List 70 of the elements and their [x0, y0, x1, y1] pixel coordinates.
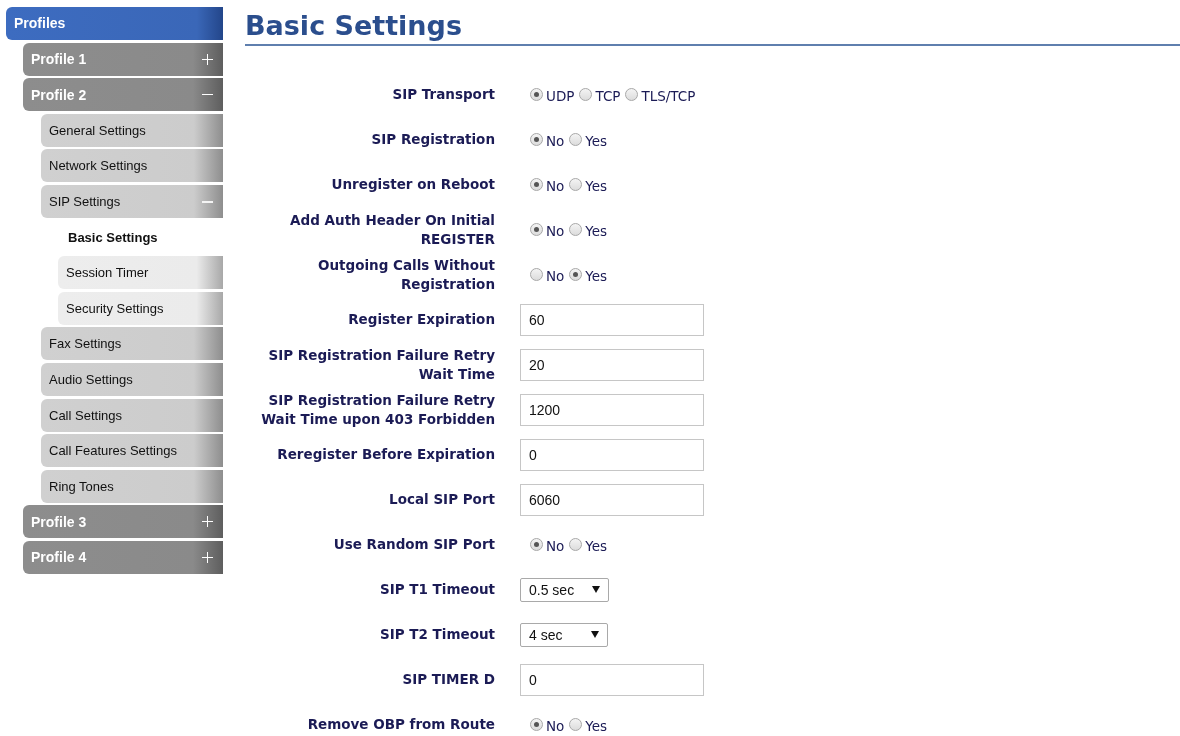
field-label: Local SIP Port [388, 490, 495, 509]
radio-button[interactable] [569, 268, 583, 281]
sidebar-item[interactable]: Network Settings [41, 149, 223, 183]
radio-button[interactable] [625, 88, 639, 101]
dropdown[interactable]: 4 sec [520, 622, 608, 647]
field-label: SIP Registration [370, 130, 495, 149]
sidebar-item[interactable]: Security Settings [58, 291, 223, 325]
input-field[interactable]: 6060 [520, 483, 704, 516]
field-label: Outgoing Calls Without Registration [317, 255, 495, 294]
input-field[interactable]: 0 [520, 438, 704, 471]
sidebar-header[interactable]: Profiles [6, 7, 223, 40]
radio-button[interactable] [530, 178, 543, 191]
sidebar-item[interactable]: Fax Settings [41, 327, 223, 361]
field-label: Use Random SIP Port [332, 535, 495, 554]
field-label: SIP TIMER D [401, 670, 495, 689]
field-label: Add Auth Header On Initial REGISTER [289, 210, 495, 249]
sidebar-item[interactable]: General Settings [41, 113, 223, 147]
input-field[interactable]: 1200 [520, 393, 704, 426]
field-label: Remove OBP from Route [306, 715, 495, 734]
field-label: SIP Transport [391, 85, 495, 104]
field-label: Reregister Before Expiration [276, 445, 495, 464]
radio-button[interactable] [579, 88, 593, 101]
radio-label: No [546, 268, 565, 284]
field-label: Register Expiration [347, 310, 495, 329]
expand-icon[interactable] [202, 551, 213, 563]
caret-icon [591, 631, 599, 638]
radio-button[interactable] [569, 538, 583, 551]
radio-button[interactable] [530, 88, 543, 101]
radio-button[interactable] [530, 718, 543, 731]
radio-label: No [546, 223, 565, 239]
radio-label: No [546, 718, 565, 734]
radio-label: TCP [595, 88, 621, 104]
radio-label: No [546, 178, 565, 194]
radio-button[interactable] [530, 268, 543, 281]
sidebar-item[interactable]: Session Timer [58, 256, 223, 290]
field-label: SIP T2 Timeout [378, 625, 495, 644]
radio-button[interactable] [530, 133, 543, 146]
radio-label: No [546, 133, 565, 149]
radio-label: Yes [585, 268, 608, 284]
field-label: SIP Registration Failure Retry Wait Time upon 403 Forbidden [260, 390, 495, 429]
sidebar-item[interactable]: SIP Settings [41, 184, 223, 218]
radio-label: TLS/TCP [641, 88, 696, 104]
radio-button[interactable] [569, 223, 583, 236]
radio-button[interactable] [530, 538, 543, 551]
field-label: Unregister on Reboot [330, 175, 495, 194]
radio-label: Yes [585, 223, 608, 239]
radio-label: UDP [546, 88, 575, 104]
input-field[interactable]: 0 [520, 663, 704, 696]
input-field[interactable]: 20 [520, 348, 704, 381]
sidebar-item[interactable]: Audio Settings [41, 362, 223, 396]
radio-label: Yes [585, 133, 608, 149]
field-label: SIP T1 Timeout [378, 580, 495, 599]
dropdown[interactable]: 0.5 sec [520, 577, 610, 602]
caret-icon [592, 586, 601, 593]
sidebar-item[interactable]: Call Features Settings [41, 434, 223, 468]
field-label: SIP Registration Failure Retry Wait Time [267, 345, 495, 384]
radio-label: Yes [585, 538, 608, 554]
expand-icon[interactable] [202, 516, 213, 528]
radio-button[interactable] [530, 223, 543, 236]
input-field[interactable]: 60 [520, 303, 704, 336]
page-title: Basic Settings [245, 10, 1180, 46]
radio-label: Yes [585, 718, 608, 734]
radio-button[interactable] [569, 178, 583, 191]
radio-label: No [546, 538, 565, 554]
sidebar-item[interactable]: Ring Tones [41, 469, 223, 503]
radio-label: Yes [585, 178, 608, 194]
sidebar-item[interactable]: Call Settings [41, 398, 223, 432]
radio-button[interactable] [569, 133, 583, 146]
expand-icon[interactable] [202, 53, 213, 65]
radio-button[interactable] [569, 718, 583, 731]
